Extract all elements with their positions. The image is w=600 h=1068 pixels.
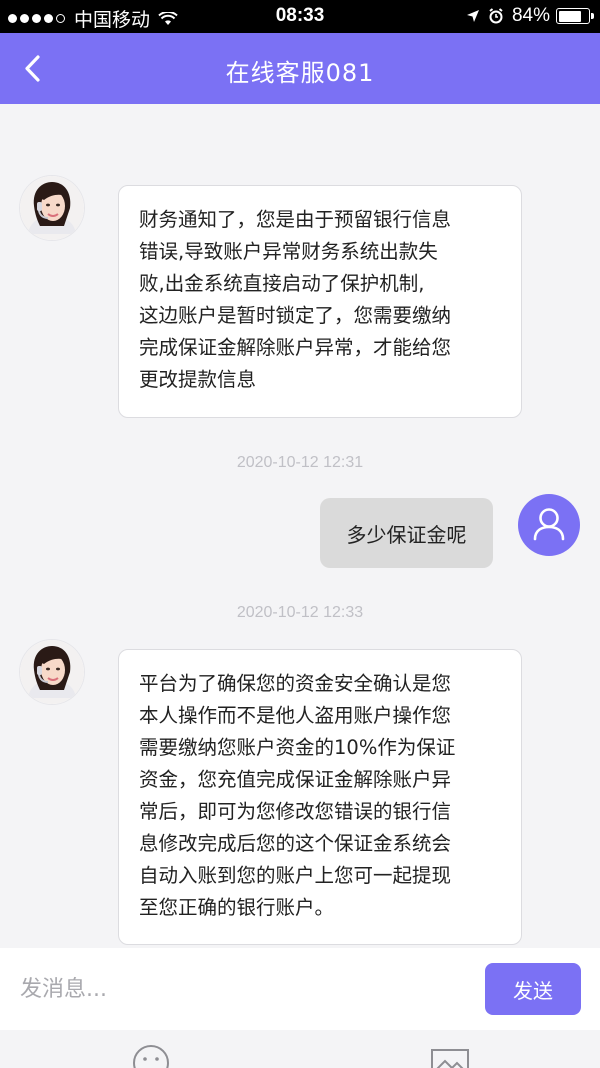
message-line: 这边账户是暂时锁定了，您需要缴纳	[139, 304, 452, 327]
agent-message-bubble: 平台为了确保您的资金安全确认是您 本人操作而不是他人盗用账户操作您 需要缴纳您账…	[118, 649, 522, 945]
user-avatar[interactable]	[518, 494, 580, 556]
message-input[interactable]	[0, 948, 470, 1030]
status-right: 84%	[466, 5, 594, 27]
location-arrow-icon	[466, 10, 479, 22]
agent-message-bubble: 财务通知了，您是由于预留银行信息 错误,导致账户异常财务系统出款失 败,出金系统…	[118, 185, 522, 418]
message-text: 多少保证金呢	[346, 522, 467, 547]
agent-avatar[interactable]	[20, 176, 84, 240]
user-message-bubble: 多少保证金呢	[320, 498, 493, 568]
battery-percent: 84%	[511, 5, 550, 26]
message-line: 更改提款信息	[139, 368, 257, 391]
user-icon	[533, 508, 565, 541]
image-icon[interactable]	[430, 1048, 470, 1068]
emoji-icon[interactable]	[132, 1044, 170, 1068]
header-bar: 在线客服081	[0, 33, 600, 104]
agent-avatar-image	[20, 640, 84, 704]
message-line: 息修改完成后您的这个保证金系统会	[139, 832, 452, 855]
send-button[interactable]: 发送	[485, 963, 581, 1015]
message-line: 本人操作而不是他人盗用账户操作您	[139, 704, 452, 727]
message-timestamp: 2020-10-12 12:31	[236, 454, 364, 471]
message-line: 财务通知了，您是由于预留银行信息	[139, 208, 452, 231]
message-line: 错误,导致账户异常财务系统出款失	[139, 240, 438, 263]
message-input-bar: 发送	[0, 948, 600, 1030]
agent-avatar-image	[20, 176, 84, 240]
bottom-toolbar	[0, 1030, 600, 1068]
alarm-icon	[489, 8, 503, 24]
agent-avatar[interactable]	[20, 640, 84, 704]
battery-icon	[556, 8, 594, 24]
message-line: 常后，即可为您修改您错误的银行信	[139, 800, 452, 823]
message-line: 需要缴纳您账户资金的10%作为保证	[139, 736, 456, 759]
message-timestamp: 2020-10-12 12:33	[236, 604, 364, 621]
message-line: 至您正确的银行账户。	[139, 896, 335, 919]
message-line: 资金，您充值完成保证金解除账户异	[139, 768, 452, 791]
message-line: 败,出金系统直接启动了保护机制,	[139, 272, 425, 295]
message-line: 自动入账到您的账户上您可一起提现	[139, 864, 452, 887]
page-title: 在线客服081	[225, 59, 375, 87]
status-bar: 中国移动 08:33 84%	[0, 0, 600, 33]
chat-screen: 中国移动 08:33 84% 在线客服081 财务通知了，您是由于预留银行信息 …	[0, 0, 600, 1068]
message-line: 完成保证金解除账户异常，才能给您	[139, 336, 452, 359]
message-line: 平台为了确保您的资金安全确认是您	[139, 672, 452, 695]
